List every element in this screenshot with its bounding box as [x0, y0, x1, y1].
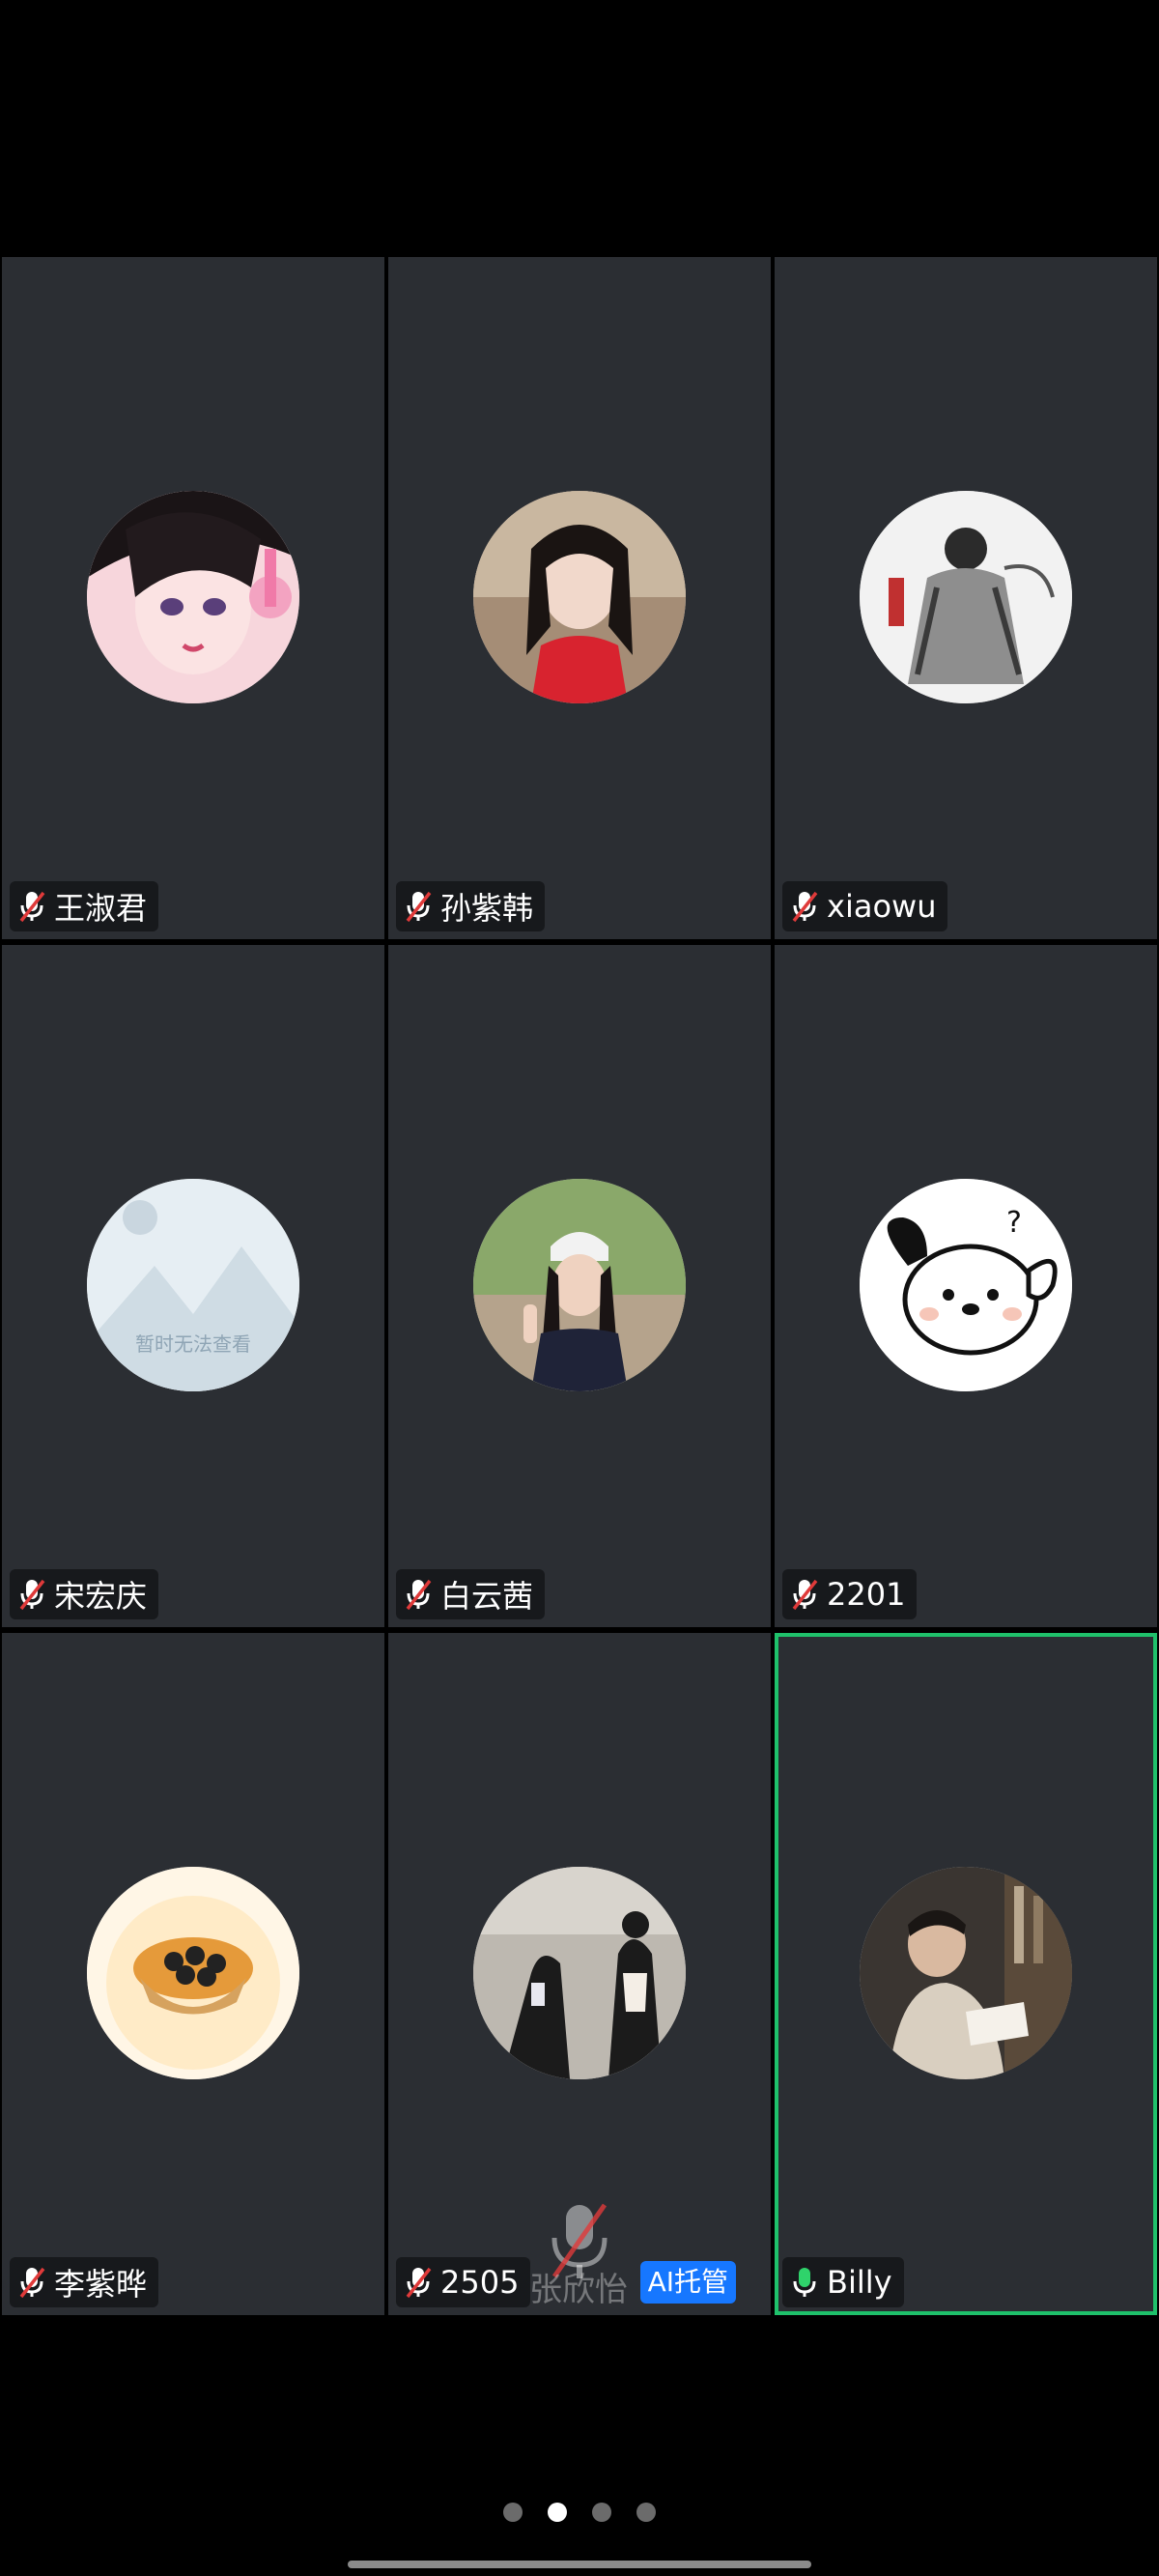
name-tag: 白云茜	[396, 1569, 546, 1619]
name-tag: 李紫晔	[10, 2257, 159, 2307]
participant-name: 白云茜	[440, 1578, 534, 1615]
name-tag: 宋宏庆	[10, 1569, 159, 1619]
mic-muted-icon	[17, 1578, 46, 1611]
participant-tile[interactable]: 王淑君	[2, 257, 384, 939]
page-indicator[interactable]	[0, 2503, 1159, 2522]
avatar	[473, 1867, 686, 2079]
participant-tile[interactable]: 孙紫韩	[388, 257, 771, 939]
mic-muted-icon	[404, 2266, 433, 2299]
mic-muted-icon	[404, 890, 433, 923]
participant-name: 李紫晔	[54, 2266, 148, 2303]
participant-name: 2201	[827, 1576, 906, 1613]
avatar: ?	[860, 1179, 1072, 1391]
speaking-name-overlay: 张欣怡	[529, 2271, 628, 2309]
avatar	[473, 1179, 686, 1391]
participant-name: 宋宏庆	[54, 1578, 148, 1615]
avatar	[860, 491, 1072, 703]
name-tag: 孙紫韩	[396, 881, 546, 931]
participant-name: xiaowu	[827, 888, 937, 925]
participant-tile-active-speaker[interactable]: Billy	[775, 1633, 1157, 2315]
mic-active-icon	[790, 2266, 819, 2299]
page-dot-2-current[interactable]	[548, 2503, 567, 2522]
name-tag: xiaowu	[782, 881, 948, 931]
participant-tile[interactable]: 暂时无法查看 宋宏庆	[2, 945, 384, 1627]
page-dot-3[interactable]	[592, 2503, 611, 2522]
participant-name: Billy	[827, 2264, 892, 2301]
video-grid: 王淑君 孙紫韩 xiaowu 暂时无法查看 宋宏庆 白云茜 ? 2201 李紫晔…	[0, 257, 1159, 2315]
participant-name: 孙紫韩	[440, 890, 534, 927]
name-tag: Billy	[782, 2257, 904, 2307]
status-area	[0, 0, 1159, 257]
avatar	[87, 491, 299, 703]
name-tag: 2201	[782, 1569, 918, 1619]
avatar	[87, 1867, 299, 2079]
avatar	[473, 491, 686, 703]
participant-tile[interactable]: 李紫晔	[2, 1633, 384, 2315]
avatar-unavailable-text: 暂时无法查看	[135, 1332, 251, 1356]
name-tag: 2505	[396, 2257, 531, 2307]
svg-text:?: ?	[1006, 1206, 1022, 1240]
avatar	[860, 1867, 1072, 2079]
mic-muted-icon	[790, 1578, 819, 1611]
participant-name: 王淑君	[54, 890, 148, 927]
page-dot-4[interactable]	[636, 2503, 656, 2522]
participant-tile[interactable]: ? 2201	[775, 945, 1157, 1627]
mic-muted-icon	[404, 1578, 433, 1611]
mic-muted-icon	[17, 2266, 46, 2299]
participant-tile[interactable]: xiaowu	[775, 257, 1157, 939]
ai-hosted-badge: AI托管	[639, 2261, 736, 2304]
participant-tile[interactable]: 白云茜	[388, 945, 771, 1627]
home-indicator[interactable]	[348, 2561, 811, 2568]
mic-muted-icon	[790, 890, 819, 923]
page-dot-1[interactable]	[503, 2503, 523, 2522]
mic-muted-icon	[17, 890, 46, 923]
name-tag: 王淑君	[10, 881, 159, 931]
participant-name: 2505	[440, 2264, 520, 2301]
avatar: 暂时无法查看	[87, 1179, 299, 1391]
